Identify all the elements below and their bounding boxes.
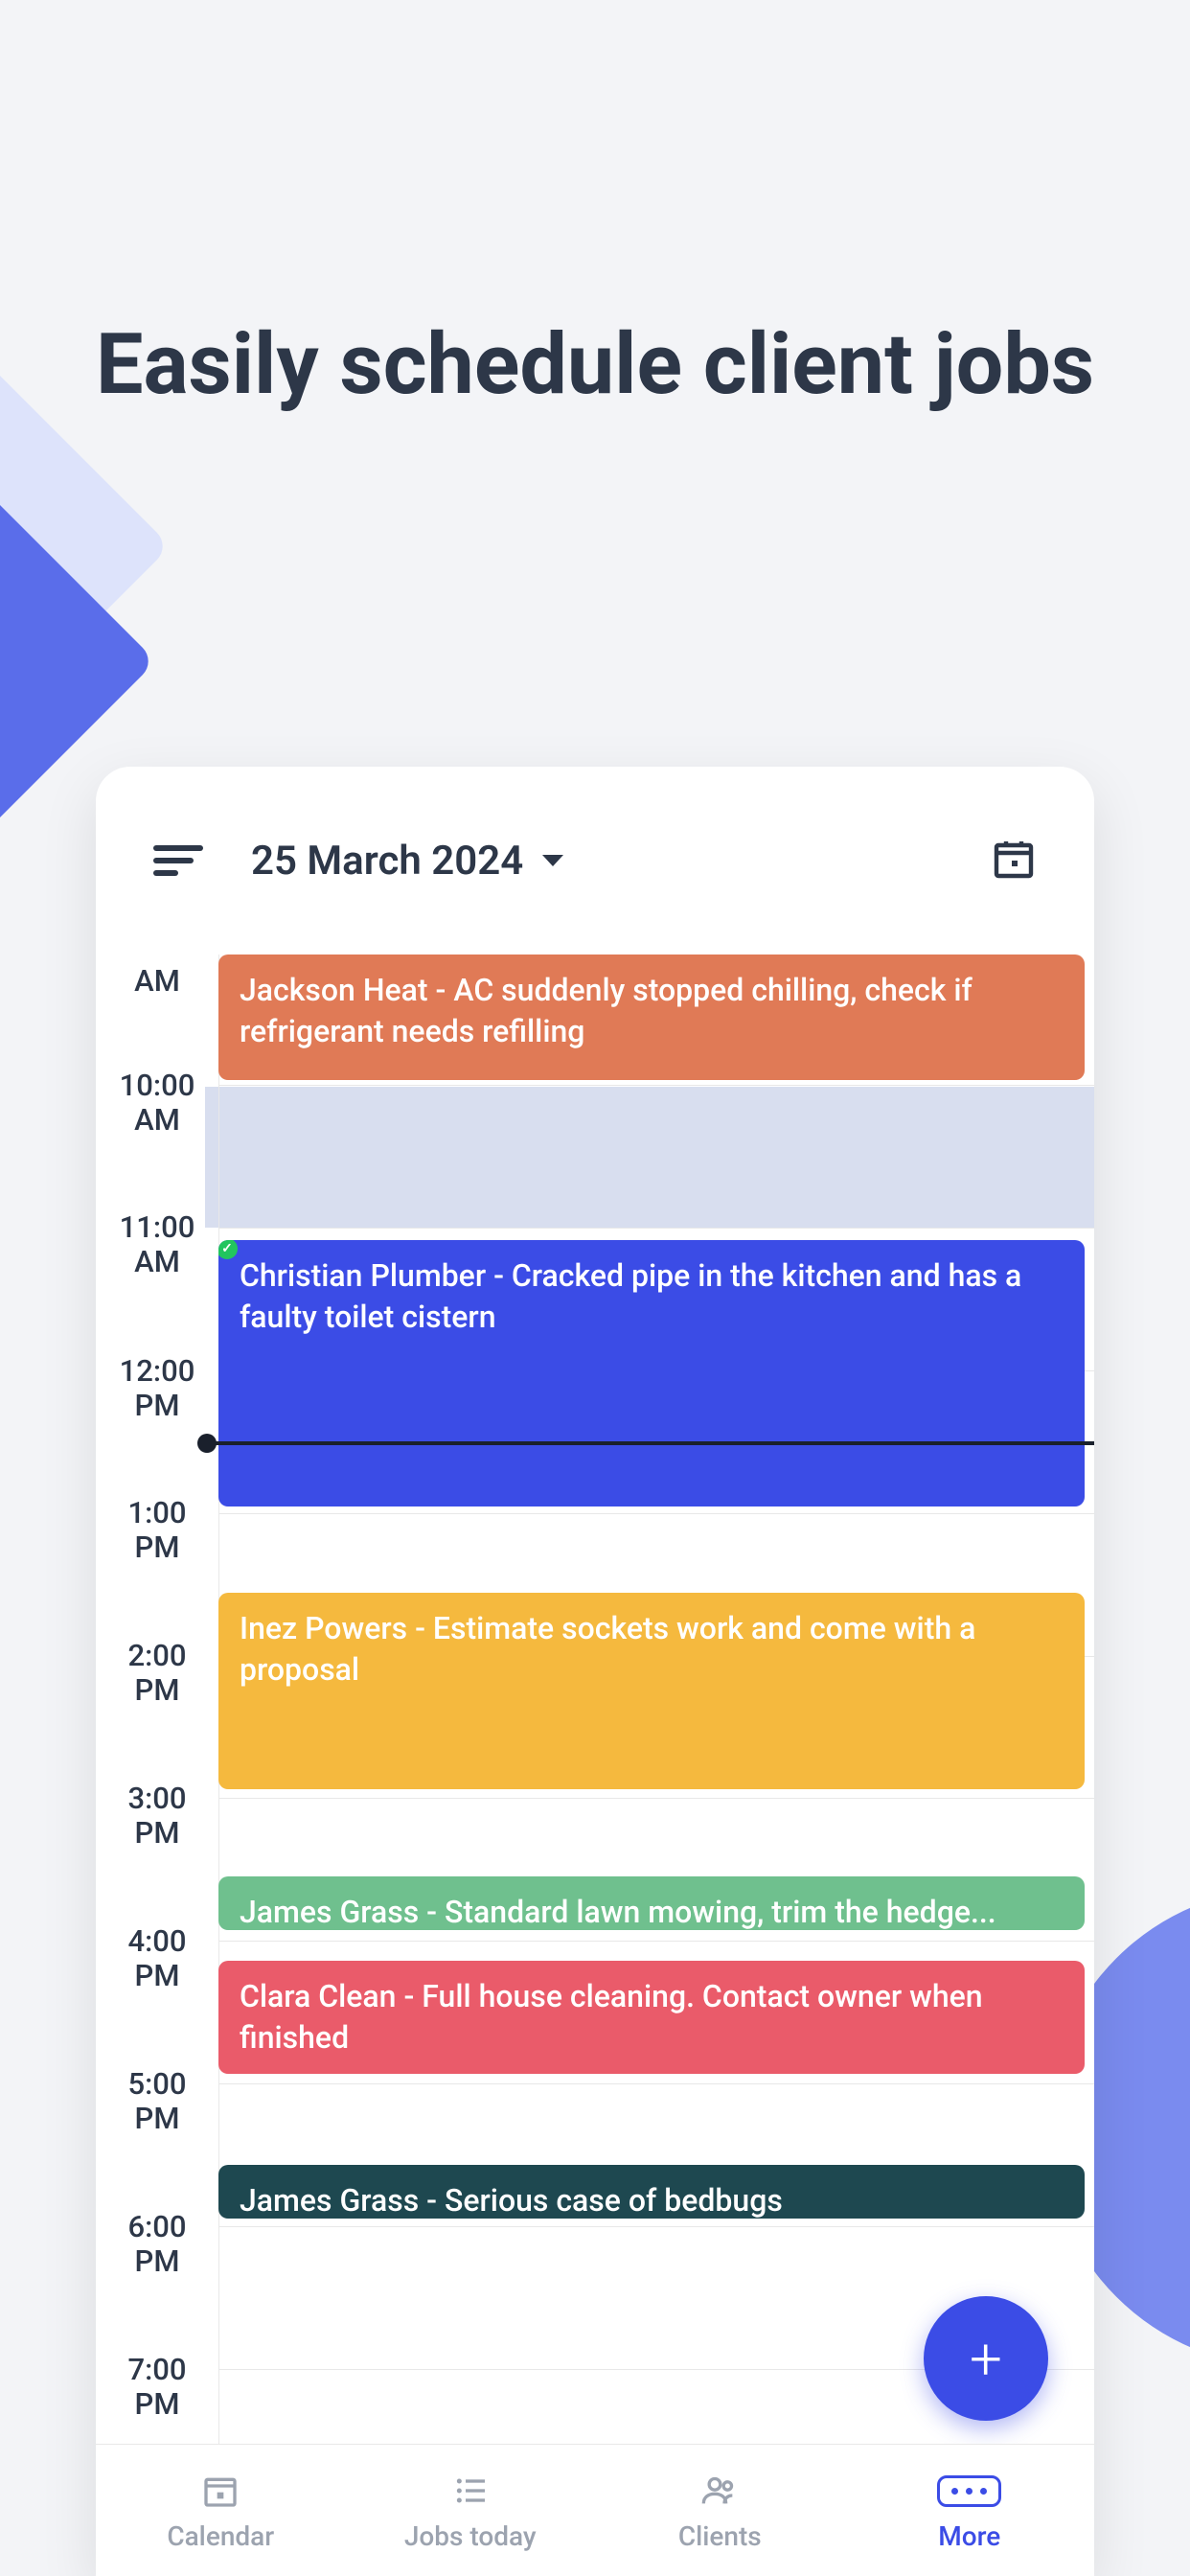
event-james-bedbugs[interactable]: James Grass - Serious case of bedbugs (218, 2165, 1085, 2219)
event-clara[interactable]: Clara Clean - Full house cleaning. Conta… (218, 1961, 1085, 2074)
nav-label: More (938, 2520, 1000, 2552)
event-text: Inez Powers - Estimate sockets work and … (240, 1610, 975, 1688)
now-indicator (207, 1441, 1094, 1445)
event-text: Jackson Heat - AC suddenly stopped chill… (240, 972, 973, 1049)
time-label: 1:00 PM (96, 1496, 218, 1564)
check-icon (218, 1240, 238, 1259)
nav-calendar[interactable]: Calendar (96, 2445, 346, 2576)
jobs-today-icon (449, 2469, 492, 2513)
time-column: AM 10:00 AM 11:00 AM 12:00 PM 1:00 PM 2:00 PM… (96, 954, 218, 2444)
nav-label: Jobs today (404, 2520, 537, 2552)
page-headline: Easily schedule client jobs (0, 316, 1190, 413)
event-christian[interactable]: Christian Plumber - Cracked pipe in the … (218, 1240, 1085, 1506)
date-selector[interactable]: 25 March 2024 (251, 838, 563, 885)
add-button[interactable]: + (924, 2296, 1048, 2421)
time-label: 12:00 PM (96, 1354, 218, 1422)
time-label: AM (96, 964, 218, 999)
event-text: Christian Plumber - Cracked pipe in the … (240, 1257, 1021, 1335)
phone-frame: 25 March 2024 AM 10:00 AM 11:00 AM 12:00 PM… (96, 767, 1094, 2576)
app-header: 25 March 2024 (96, 767, 1094, 954)
event-text: James Grass - Standard lawn mowing, trim… (240, 1894, 996, 1930)
time-label: 4:00 PM (96, 1924, 218, 1992)
time-label: 2:00 PM (96, 1639, 218, 1707)
event-james-lawn[interactable]: James Grass - Standard lawn mowing, trim… (218, 1876, 1085, 1930)
bottom-nav: Calendar Jobs today Clients More (96, 2444, 1094, 2576)
event-jackson[interactable]: Jackson Heat - AC suddenly stopped chill… (218, 954, 1085, 1080)
time-label: 5:00 PM (96, 2067, 218, 2135)
nav-more[interactable]: More (845, 2445, 1095, 2576)
time-label: 11:00 AM (96, 1210, 218, 1278)
nav-label: Clients (678, 2520, 762, 2552)
nav-jobs-today[interactable]: Jobs today (346, 2445, 596, 2576)
nav-label: Calendar (167, 2520, 274, 2552)
time-label: 6:00 PM (96, 2210, 218, 2278)
menu-icon[interactable] (153, 845, 203, 876)
calendar-icon (201, 2469, 240, 2513)
nav-clients[interactable]: Clients (595, 2445, 845, 2576)
calendar-icon[interactable] (991, 836, 1037, 886)
time-label: 7:00 PM (96, 2353, 218, 2421)
event-text: Clara Clean - Full house cleaning. Conta… (240, 1978, 983, 2056)
date-text: 25 March 2024 (251, 838, 523, 885)
more-icon (937, 2469, 1001, 2513)
event-text: James Grass - Serious case of bedbugs (240, 2182, 783, 2219)
clients-icon (698, 2469, 741, 2513)
time-label: 10:00 AM (96, 1069, 218, 1137)
chevron-down-icon (542, 855, 563, 866)
calendar-body: AM 10:00 AM 11:00 AM 12:00 PM 1:00 PM 2:00 PM… (96, 954, 1094, 2444)
time-label: 3:00 PM (96, 1782, 218, 1850)
event-inez[interactable]: Inez Powers - Estimate sockets work and … (218, 1593, 1085, 1789)
